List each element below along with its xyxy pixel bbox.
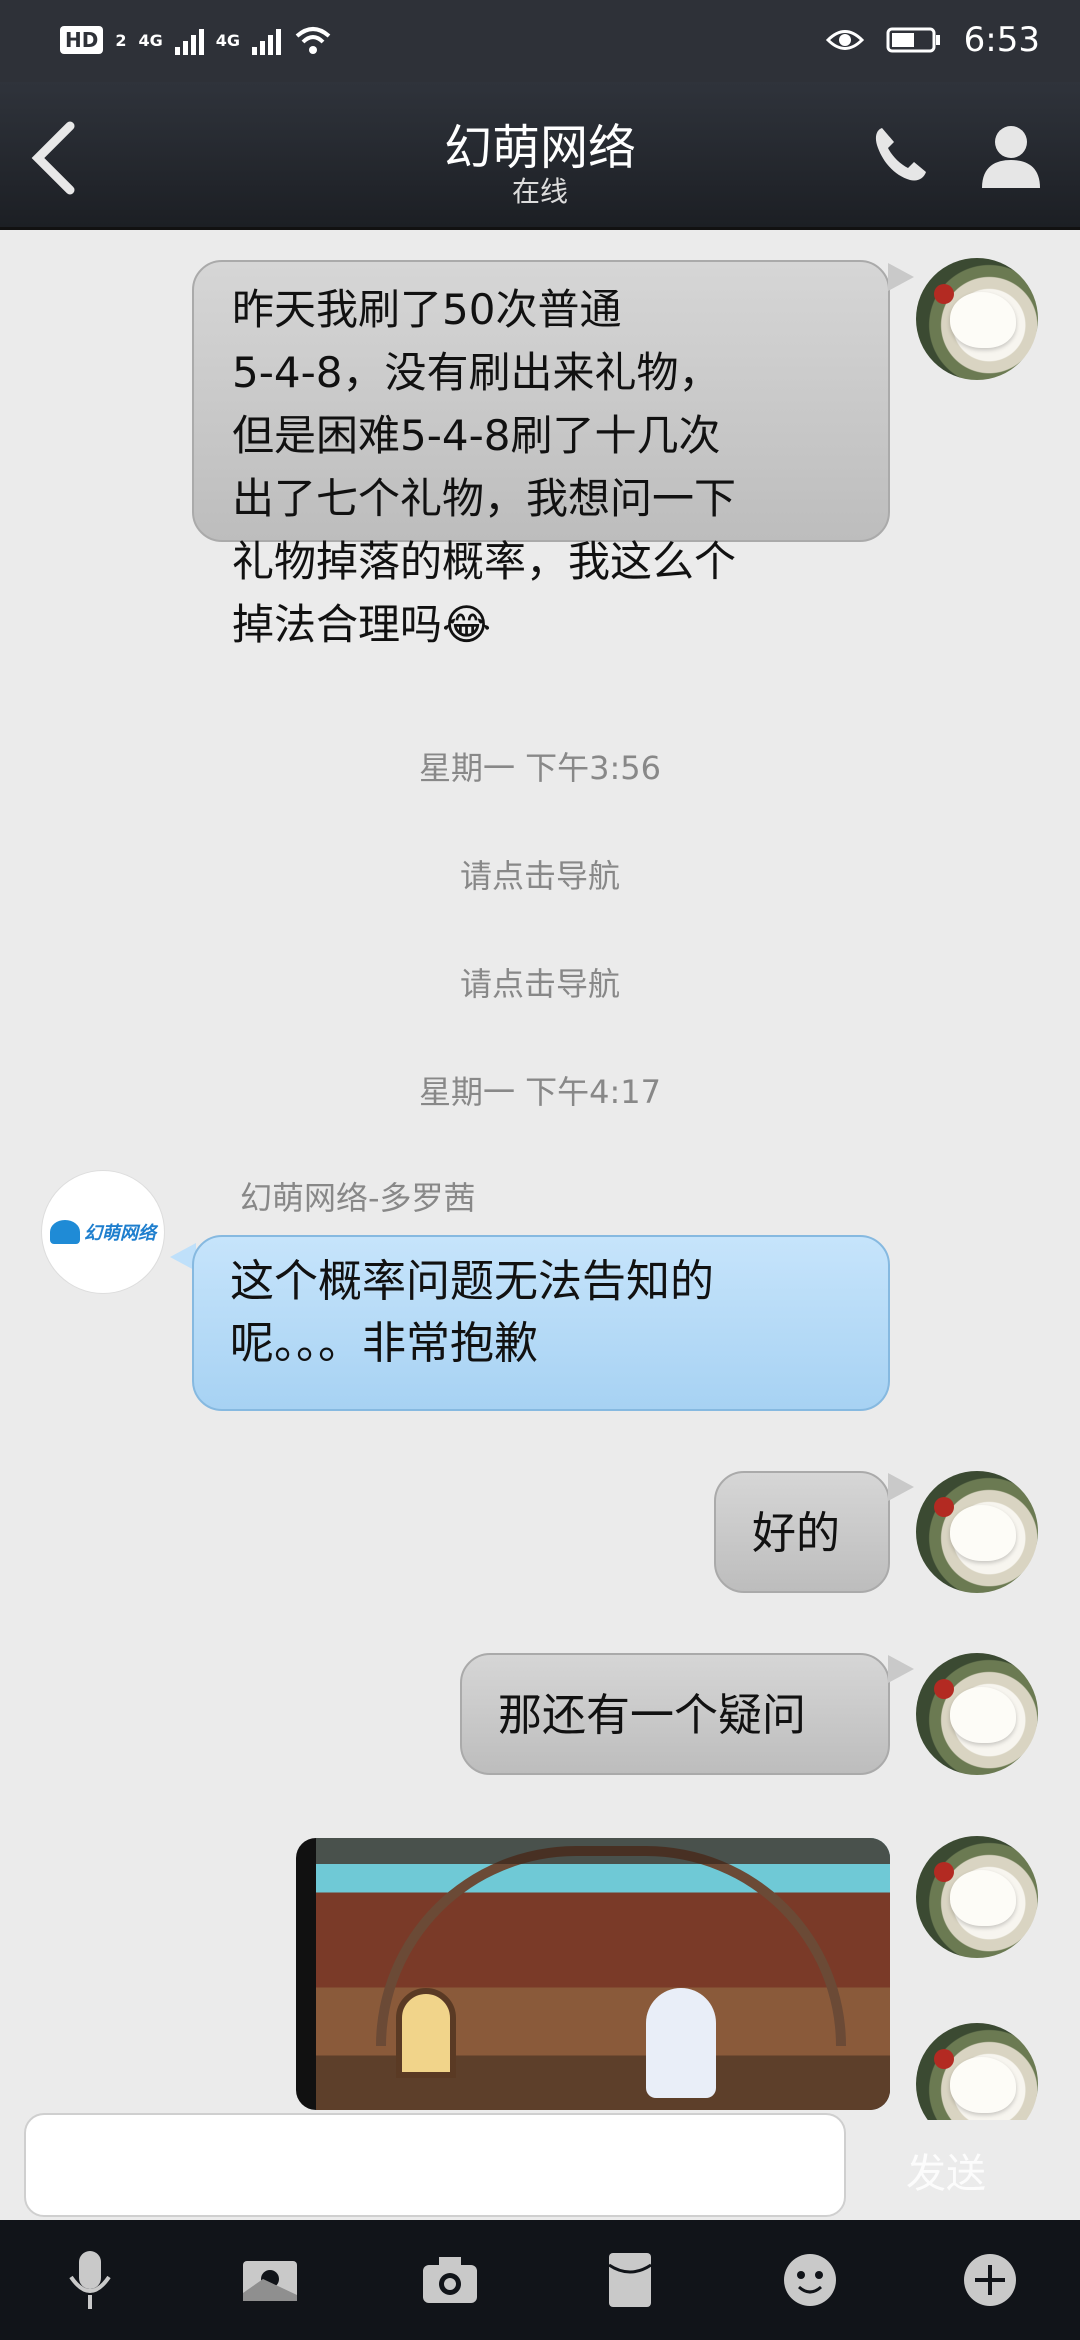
clock: 6:53 <box>963 20 1040 60</box>
my-avatar[interactable] <box>916 258 1038 380</box>
message-line: 掉法合理吗😂 <box>232 600 492 649</box>
company-logo: 幻萌网络 <box>50 1215 156 1249</box>
signal-icon-2 <box>252 25 282 55</box>
bottom-toolbar <box>0 2220 1080 2340</box>
input-bar: 发送 <box>0 2105 1080 2220</box>
camera-icon[interactable] <box>415 2245 485 2315</box>
scene-character <box>646 1988 716 2098</box>
message-bubble-sent[interactable]: 好的 <box>714 1471 890 1593</box>
my-avatar[interactable] <box>916 1836 1038 1958</box>
scene-window <box>396 1988 456 2078</box>
message-bubble-sent[interactable]: 昨天我刷了50次普通 5-4-8，没有刷出来礼物， 但是困难5-4-8刷了十几次… <box>192 260 890 649</box>
network-label-1: 4G <box>138 30 163 50</box>
chat-area[interactable]: 昨天我刷了50次普通 5-4-8，没有刷出来礼物， 但是困难5-4-8刷了十几次… <box>0 233 1080 2120</box>
phone-icon[interactable] <box>868 122 932 186</box>
service-avatar[interactable]: 幻萌网络 <box>42 1171 164 1293</box>
logo-mark-icon <box>50 1220 80 1244</box>
hd-badge: HD <box>60 26 104 54</box>
bubble-tail <box>888 1655 914 1683</box>
wifi-icon <box>295 27 331 54</box>
system-nav-link[interactable]: 请点击导航 <box>0 851 1080 897</box>
game-scene-image <box>316 1838 890 2110</box>
message-line: 出了七个礼物，我想问一下 <box>232 474 737 523</box>
chat-header: 幻萌网络 在线 <box>0 82 1080 230</box>
timestamp: 星期一 下午3:56 <box>418 749 662 787</box>
red-envelope-icon[interactable] <box>595 2245 665 2315</box>
sender-name: 幻萌网络-多罗茜 <box>240 1179 476 1217</box>
message-input[interactable] <box>24 2113 846 2217</box>
message-line: 呢。。。非常抱歉 <box>230 1317 538 1369</box>
signal-icon <box>174 25 204 55</box>
image-message-game-screenshot[interactable] <box>296 1838 890 2110</box>
status-bar: HD 2 4G 4G 6:53 <box>0 0 1080 82</box>
send-button[interactable]: 发送 <box>906 2141 986 2199</box>
message-line: 礼物掉落的概率，我这么个 <box>232 537 737 586</box>
message-line: 但是困难5-4-8刷了十几次 <box>232 411 721 460</box>
eye-icon <box>825 30 864 50</box>
message-bubble-received[interactable]: 这个概率问题无法告知的 呢。。。非常抱歉 <box>192 1235 890 1411</box>
scene-hud <box>316 1838 890 1864</box>
contact-profile-icon[interactable] <box>978 120 1044 190</box>
voice-mic-icon[interactable] <box>55 2245 125 2315</box>
plus-more-icon[interactable] <box>955 2245 1025 2315</box>
message-line: 这个概率问题无法告知的 <box>230 1256 714 1307</box>
my-avatar[interactable] <box>916 1471 1038 1593</box>
bubble-tail <box>888 263 914 291</box>
message-bubble-sent[interactable]: 那还有一个疑问 <box>460 1653 890 1775</box>
message-line: 昨天我刷了50次普通 <box>232 285 622 334</box>
message-line: 5-4-8，没有刷出来礼物， <box>232 348 721 397</box>
battery-icon <box>886 27 940 53</box>
system-nav-link[interactable]: 请点击导航 <box>0 959 1080 1005</box>
emoji-icon[interactable] <box>775 2245 845 2315</box>
timestamp: 星期一 下午4:17 <box>418 1073 662 1111</box>
network-label-2: 4G <box>215 30 241 50</box>
image-gallery-icon[interactable] <box>235 2245 305 2315</box>
sim-indicator: 2 <box>115 30 127 50</box>
bubble-tail <box>888 1473 914 1501</box>
my-avatar[interactable] <box>916 1653 1038 1775</box>
